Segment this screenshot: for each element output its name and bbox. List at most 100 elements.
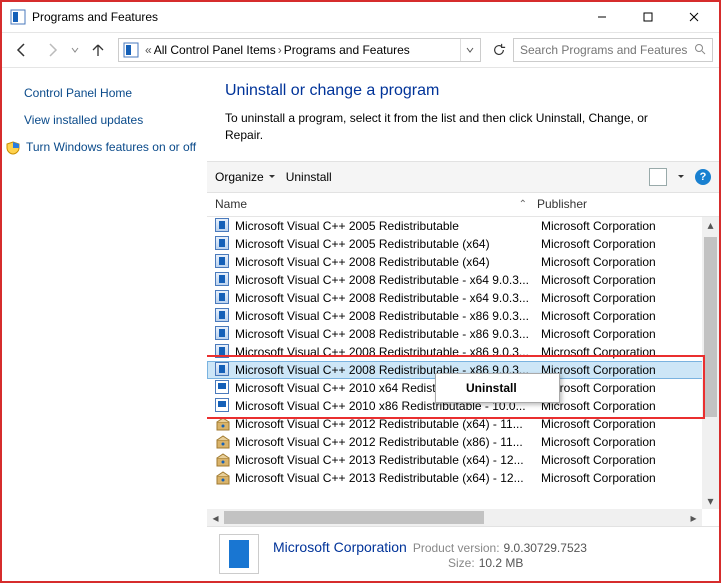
scroll-up-arrow[interactable]: ▴ [702, 217, 719, 234]
program-row[interactable]: Microsoft Visual C++ 2008 Redistributabl… [207, 253, 719, 271]
window-icon [10, 9, 26, 25]
chevron-down-icon[interactable] [677, 173, 685, 181]
main-panel: Uninstall or change a program To uninsta… [207, 68, 719, 581]
program-publisher: Microsoft Corporation [541, 237, 719, 251]
uninstall-button[interactable]: Uninstall [286, 170, 332, 184]
program-icon [215, 434, 231, 450]
search-input[interactable] [520, 43, 690, 57]
program-publisher: Microsoft Corporation [541, 471, 719, 485]
view-installed-updates-link[interactable]: View installed updates [24, 113, 197, 127]
hscroll-thumb[interactable] [224, 511, 484, 524]
program-row[interactable]: Microsoft Visual C++ 2012 Redistributabl… [207, 433, 719, 451]
scroll-left-arrow[interactable]: ◂ [207, 509, 224, 526]
program-row[interactable]: Microsoft Visual C++ 2008 Redistributabl… [207, 307, 719, 325]
program-icon [215, 308, 231, 324]
organize-menu[interactable]: Organize [215, 170, 276, 184]
windows-features-link[interactable]: Turn Windows features on or off [6, 140, 197, 155]
program-name: Microsoft Visual C++ 2008 Redistributabl… [235, 273, 541, 287]
up-button[interactable] [84, 36, 112, 64]
breadcrumb-parent[interactable]: All Control Panel Items [154, 43, 276, 57]
program-publisher: Microsoft Corporation [541, 363, 718, 377]
chevron-right-icon[interactable]: › [278, 43, 282, 57]
program-row[interactable]: Microsoft Visual C++ 2005 Redistributabl… [207, 235, 719, 253]
maximize-button[interactable] [625, 2, 671, 32]
program-publisher: Microsoft Corporation [541, 453, 719, 467]
vertical-scrollbar[interactable]: ▴ ▾ [702, 217, 719, 509]
address-dropdown[interactable] [460, 39, 478, 61]
program-icon [215, 290, 231, 306]
page-heading: Uninstall or change a program [225, 82, 719, 100]
control-panel-icon [123, 42, 139, 58]
details-pane: Microsoft Corporation Product version:9.… [207, 526, 719, 581]
control-panel-home-link[interactable]: Control Panel Home [24, 86, 197, 100]
program-icon [215, 452, 231, 468]
forward-button[interactable] [38, 36, 66, 64]
program-name: Microsoft Visual C++ 2008 Redistributabl… [235, 291, 541, 305]
program-publisher: Microsoft Corporation [541, 255, 719, 269]
minimize-button[interactable] [579, 2, 625, 32]
program-icon [215, 398, 231, 414]
sidebar: Control Panel Home View installed update… [2, 68, 207, 581]
chevron-right-icon[interactable]: « [145, 43, 152, 57]
program-publisher: Microsoft Corporation [541, 417, 719, 431]
context-uninstall[interactable]: Uninstall [438, 377, 557, 399]
program-icon [215, 254, 231, 270]
program-publisher: Microsoft Corporation [541, 345, 719, 359]
program-row[interactable]: Microsoft Visual C++ 2012 Redistributabl… [207, 415, 719, 433]
context-menu: Uninstall [435, 373, 560, 403]
program-list: Microsoft Visual C++ 2005 Redistributabl… [207, 217, 719, 526]
program-name: Microsoft Visual C++ 2013 Redistributabl… [235, 471, 541, 485]
scroll-right-arrow[interactable]: ▸ [685, 509, 702, 526]
program-row[interactable]: Microsoft Visual C++ 2013 Redistributabl… [207, 469, 719, 487]
details-publisher: Microsoft Corporation [273, 539, 407, 555]
program-row[interactable]: Microsoft Visual C++ 2005 Redistributabl… [207, 217, 719, 235]
program-publisher: Microsoft Corporation [541, 435, 719, 449]
program-row[interactable]: Microsoft Visual C++ 2008 Redistributabl… [207, 325, 719, 343]
program-row[interactable]: Microsoft Visual C++ 2013 Redistributabl… [207, 451, 719, 469]
history-dropdown[interactable] [68, 46, 82, 54]
program-icon [215, 416, 231, 432]
program-icon [215, 362, 231, 378]
publisher-column-header[interactable]: Publisher [537, 197, 719, 211]
toolbar: Organize Uninstall ? [207, 161, 719, 193]
sort-indicator-icon: ⌃ [519, 199, 527, 210]
nav-bar: « All Control Panel Items › Programs and… [2, 32, 719, 68]
program-icon [215, 326, 231, 342]
program-publisher: Microsoft Corporation [541, 381, 719, 395]
help-icon[interactable]: ? [695, 169, 711, 185]
program-name: Microsoft Visual C++ 2005 Redistributabl… [235, 219, 541, 233]
program-name: Microsoft Visual C++ 2008 Redistributabl… [235, 309, 541, 323]
program-publisher: Microsoft Corporation [541, 273, 719, 287]
search-icon [694, 43, 706, 58]
back-button[interactable] [8, 36, 36, 64]
program-row[interactable]: Microsoft Visual C++ 2008 Redistributabl… [207, 289, 719, 307]
column-headers: Name⌃ Publisher [207, 193, 719, 217]
scroll-down-arrow[interactable]: ▾ [702, 492, 719, 509]
program-name: Microsoft Visual C++ 2005 Redistributabl… [235, 237, 541, 251]
chevron-down-icon [268, 173, 276, 181]
details-version: 9.0.30729.7523 [504, 541, 587, 555]
program-publisher: Microsoft Corporation [541, 291, 719, 305]
name-column-header[interactable]: Name⌃ [215, 197, 537, 211]
page-description: To uninstall a program, select it from t… [225, 110, 655, 145]
program-name: Microsoft Visual C++ 2008 Redistributabl… [235, 345, 541, 359]
details-size: 10.2 MB [479, 556, 524, 570]
program-row[interactable]: Microsoft Visual C++ 2008 Redistributabl… [207, 343, 719, 361]
program-publisher: Microsoft Corporation [541, 309, 719, 323]
close-button[interactable] [671, 2, 717, 32]
program-name: Microsoft Visual C++ 2008 Redistributabl… [235, 255, 541, 269]
title-bar: Programs and Features [2, 2, 719, 32]
program-row[interactable]: Microsoft Visual C++ 2008 Redistributabl… [207, 271, 719, 289]
program-icon [215, 380, 231, 396]
horizontal-scrollbar[interactable]: ◂ ▸ [207, 509, 702, 526]
refresh-button[interactable] [487, 38, 511, 62]
address-bar[interactable]: « All Control Panel Items › Programs and… [118, 38, 481, 62]
search-box[interactable] [513, 38, 713, 62]
program-name: Microsoft Visual C++ 2012 Redistributabl… [235, 435, 541, 449]
program-name: Microsoft Visual C++ 2013 Redistributabl… [235, 453, 541, 467]
program-name: Microsoft Visual C++ 2012 Redistributabl… [235, 417, 541, 431]
view-mode-button[interactable] [649, 168, 667, 186]
program-publisher: Microsoft Corporation [541, 219, 719, 233]
scroll-thumb[interactable] [704, 237, 717, 417]
breadcrumb-current[interactable]: Programs and Features [284, 43, 410, 57]
